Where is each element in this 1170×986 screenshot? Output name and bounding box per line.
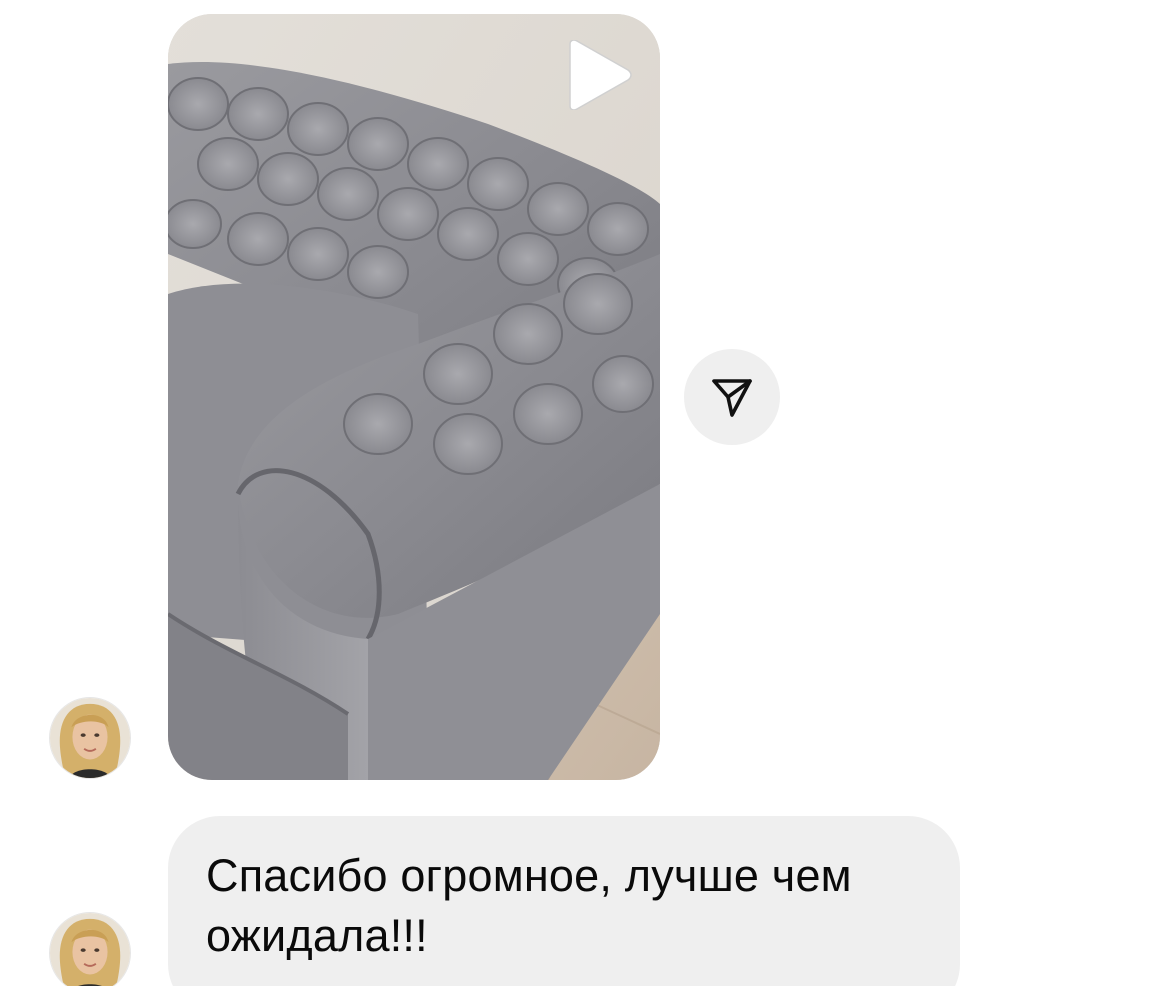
avatar-photo [50,698,130,778]
play-icon[interactable] [564,40,634,110]
avatar-photo [50,913,130,986]
video-message-thumbnail[interactable] [168,14,660,780]
sender-avatar[interactable] [49,697,131,779]
share-button[interactable] [684,349,780,445]
text-message-bubble[interactable]: Спасибо огромное, лучше чем ожидала!!! [168,816,960,986]
send-icon [712,379,752,417]
message-text: Спасибо огромное, лучше чем ожидала!!! [206,850,865,961]
sofa-photo [168,14,660,780]
chat-thread: Спасибо огромное, лучше чем ожидала!!! [0,0,1170,986]
sender-avatar[interactable] [49,912,131,986]
